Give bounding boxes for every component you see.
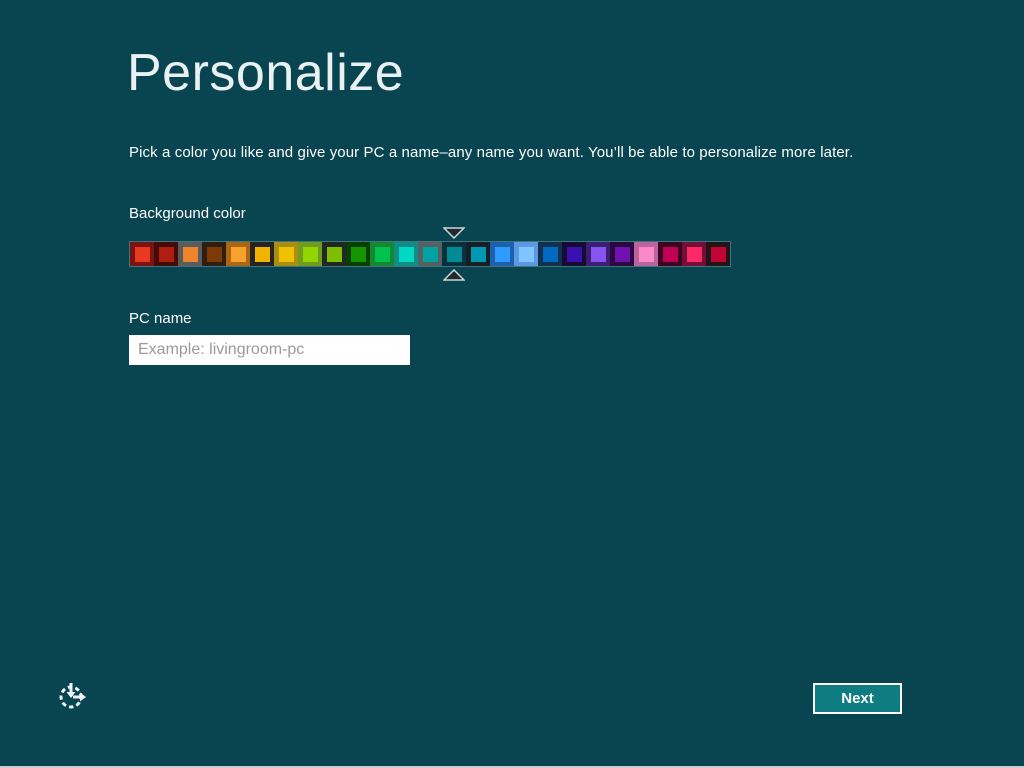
page-title: Personalize bbox=[127, 44, 405, 102]
color-swatch-18[interactable] bbox=[538, 242, 562, 266]
color-swatch-7[interactable] bbox=[274, 242, 298, 266]
color-swatch-inner bbox=[350, 246, 366, 262]
color-swatch-inner bbox=[662, 246, 678, 262]
color-swatch-inner bbox=[134, 246, 150, 262]
color-swatch-inner bbox=[590, 246, 606, 262]
color-swatch-14[interactable] bbox=[442, 242, 466, 266]
page-subtitle: Pick a color you like and give your PC a… bbox=[129, 144, 854, 161]
color-swatch-inner bbox=[686, 246, 702, 262]
color-swatch-2[interactable] bbox=[154, 242, 178, 266]
color-swatch-inner bbox=[614, 246, 630, 262]
slider-marker-top[interactable] bbox=[443, 227, 465, 239]
color-swatch-inner bbox=[470, 246, 486, 262]
background-color-picker bbox=[129, 227, 731, 281]
color-swatch-8[interactable] bbox=[298, 242, 322, 266]
color-swatch-inner bbox=[638, 246, 654, 262]
color-swatch-17[interactable] bbox=[514, 242, 538, 266]
color-swatch-1[interactable] bbox=[130, 242, 154, 266]
color-swatch-22[interactable] bbox=[634, 242, 658, 266]
color-swatch-inner bbox=[182, 246, 198, 262]
color-swatch-20[interactable] bbox=[586, 242, 610, 266]
color-swatch-inner bbox=[254, 246, 270, 262]
color-swatch-inner bbox=[302, 246, 318, 262]
color-swatch-12[interactable] bbox=[394, 242, 418, 266]
color-swatch-inner bbox=[398, 246, 414, 262]
color-swatch-inner bbox=[230, 246, 246, 262]
color-swatch-6[interactable] bbox=[250, 242, 274, 266]
color-swatch-inner bbox=[566, 246, 582, 262]
color-swatch-inner bbox=[206, 246, 222, 262]
ease-of-access-icon[interactable] bbox=[56, 680, 88, 712]
background-color-label: Background color bbox=[129, 205, 246, 222]
color-swatch-inner bbox=[446, 246, 462, 262]
color-swatch-16[interactable] bbox=[490, 242, 514, 266]
color-swatch-5[interactable] bbox=[226, 242, 250, 266]
color-swatch-10[interactable] bbox=[346, 242, 370, 266]
slider-marker-bottom[interactable] bbox=[443, 269, 465, 281]
color-swatch-inner bbox=[518, 246, 534, 262]
color-swatch-9[interactable] bbox=[322, 242, 346, 266]
color-strip[interactable] bbox=[129, 241, 731, 267]
color-swatch-inner bbox=[422, 246, 438, 262]
color-swatch-inner bbox=[542, 246, 558, 262]
color-swatch-inner bbox=[374, 246, 390, 262]
color-swatch-25[interactable] bbox=[706, 242, 730, 266]
color-swatch-19[interactable] bbox=[562, 242, 586, 266]
color-swatch-inner bbox=[158, 246, 174, 262]
pc-name-label: PC name bbox=[129, 310, 192, 327]
color-swatch-13[interactable] bbox=[418, 242, 442, 266]
color-swatch-inner bbox=[326, 246, 342, 262]
color-swatch-3[interactable] bbox=[178, 242, 202, 266]
next-button[interactable]: Next bbox=[813, 683, 902, 714]
color-swatch-inner bbox=[494, 246, 510, 262]
color-swatch-24[interactable] bbox=[682, 242, 706, 266]
pc-name-input[interactable] bbox=[129, 335, 410, 365]
color-swatch-11[interactable] bbox=[370, 242, 394, 266]
color-swatch-4[interactable] bbox=[202, 242, 226, 266]
color-swatch-15[interactable] bbox=[466, 242, 490, 266]
color-swatch-inner bbox=[710, 246, 726, 262]
color-swatch-21[interactable] bbox=[610, 242, 634, 266]
color-swatch-inner bbox=[278, 246, 294, 262]
color-swatch-23[interactable] bbox=[658, 242, 682, 266]
